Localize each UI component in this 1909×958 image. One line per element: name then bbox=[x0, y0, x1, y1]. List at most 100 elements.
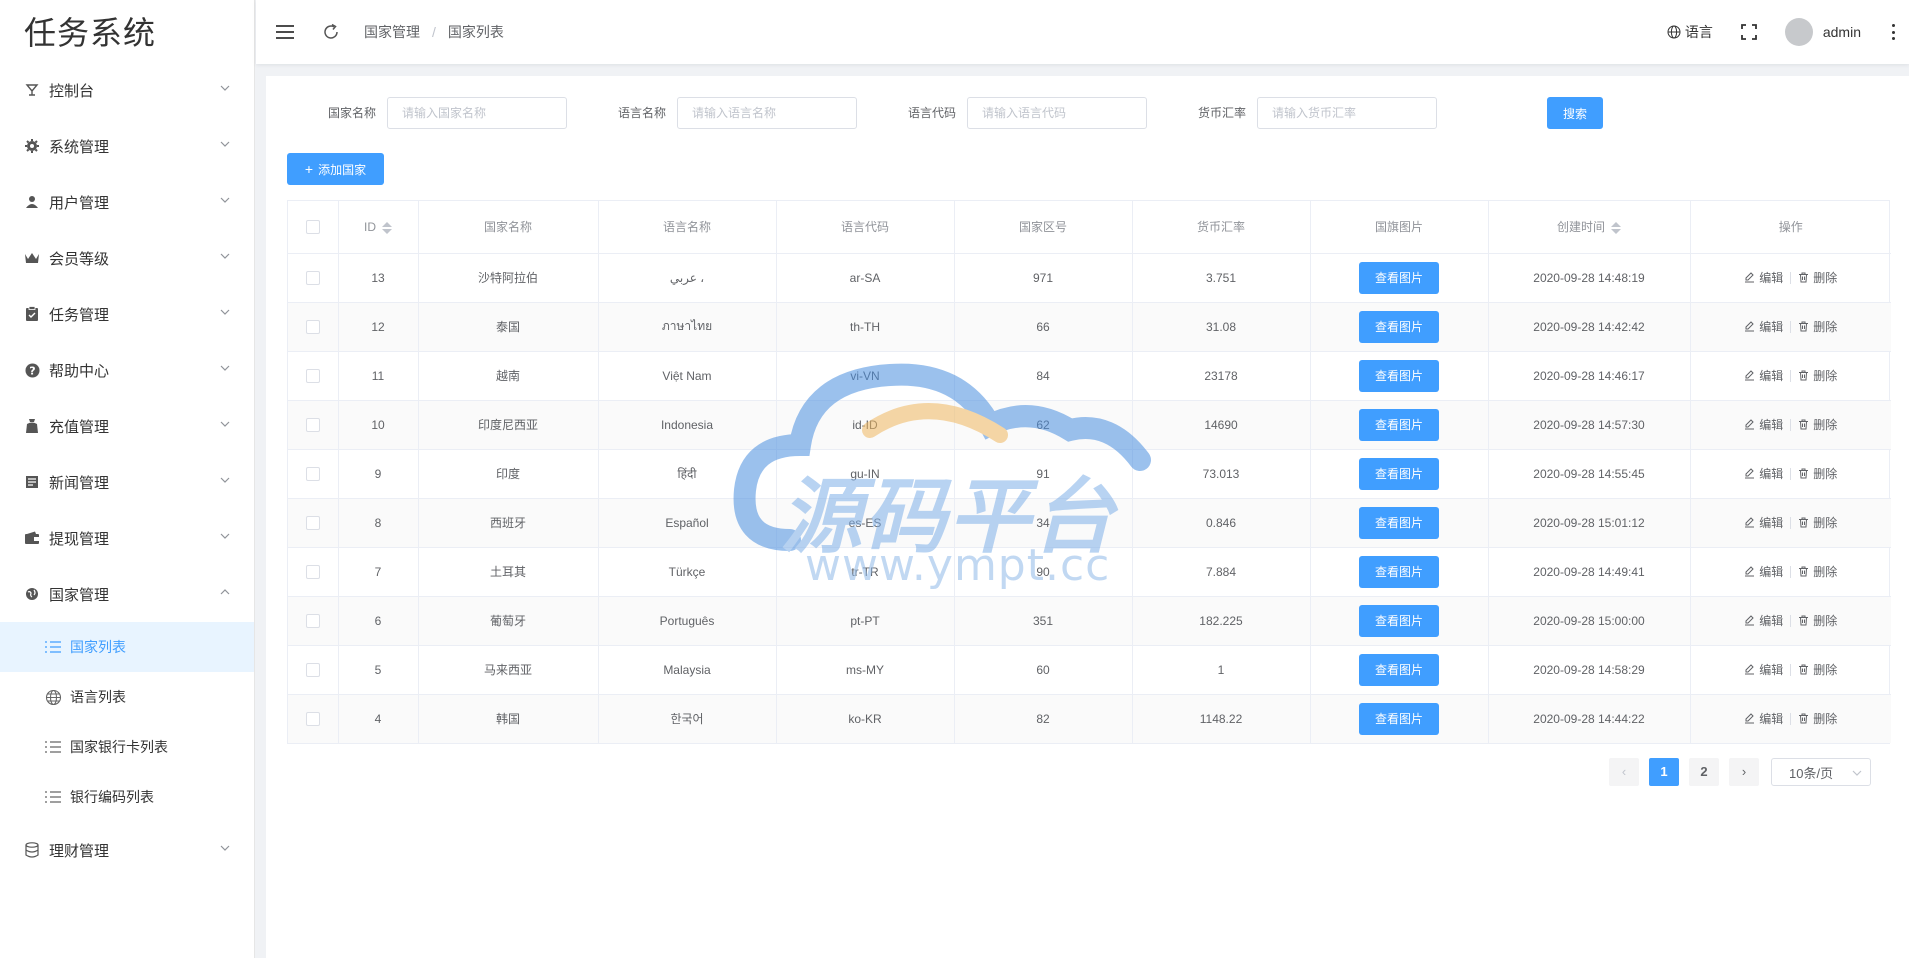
sort-icon[interactable] bbox=[382, 221, 392, 234]
view-image-button[interactable]: 查看图片 bbox=[1359, 359, 1439, 392]
cell-language: Español bbox=[598, 498, 777, 548]
view-image-button[interactable]: 查看图片 bbox=[1359, 702, 1439, 735]
action-separator bbox=[1790, 369, 1792, 382]
edit-button[interactable]: 编辑 bbox=[1744, 563, 1783, 580]
edit-button[interactable]: 编辑 bbox=[1744, 416, 1783, 433]
edit-button[interactable]: 编辑 bbox=[1744, 612, 1783, 629]
page-1-button[interactable]: 1 bbox=[1649, 758, 1679, 786]
more-vertical-icon[interactable] bbox=[1891, 24, 1895, 40]
sidebar-item-dashboard[interactable]: 控制台 bbox=[0, 62, 254, 118]
username[interactable]: admin bbox=[1823, 24, 1861, 40]
sidebar-item-withdraw[interactable]: 提现管理 bbox=[0, 510, 254, 566]
page-size-select[interactable]: 10条/页 bbox=[1771, 758, 1871, 786]
cell-country: 印度尼西亚 bbox=[418, 400, 599, 450]
sidebar-subitem-language-list[interactable]: 语言列表 bbox=[0, 672, 254, 722]
edit-button[interactable]: 编辑 bbox=[1744, 514, 1783, 531]
fullscreen-icon[interactable] bbox=[1740, 24, 1757, 40]
edit-label: 编辑 bbox=[1759, 712, 1784, 727]
sidebar-item-tasks[interactable]: 任务管理 bbox=[0, 286, 254, 342]
row-checkbox[interactable] bbox=[305, 662, 320, 677]
view-image-button[interactable]: 查看图片 bbox=[1359, 506, 1439, 539]
sidebar-item-label: 国家管理 bbox=[49, 586, 110, 604]
page-2-button[interactable]: 2 bbox=[1689, 758, 1719, 786]
row-checkbox[interactable] bbox=[305, 368, 320, 383]
delete-button[interactable]: 删除 bbox=[1798, 563, 1837, 580]
next-page-button[interactable]: › bbox=[1729, 758, 1759, 786]
sidebar-subitem-bank-code-list[interactable]: 银行编码列表 bbox=[0, 772, 254, 822]
sidebar-item-member-level[interactable]: 会员等级 bbox=[0, 230, 254, 286]
avatar[interactable] bbox=[1784, 18, 1813, 46]
cell-created: 2020-09-28 14:48:19 bbox=[1488, 253, 1691, 303]
edit-icon bbox=[1745, 370, 1755, 381]
edit-label: 编辑 bbox=[1759, 467, 1784, 481]
delete-button[interactable]: 删除 bbox=[1798, 367, 1837, 384]
row-checkbox[interactable] bbox=[305, 613, 320, 628]
edit-button[interactable]: 编辑 bbox=[1744, 318, 1783, 335]
refresh-icon[interactable] bbox=[322, 23, 340, 41]
edit-icon bbox=[1745, 566, 1755, 577]
view-image-button[interactable]: 查看图片 bbox=[1359, 604, 1439, 637]
sidebar-item-recharge[interactable]: 充值管理 bbox=[0, 398, 254, 454]
row-checkbox[interactable] bbox=[305, 270, 320, 285]
cell-language-code: th-TH bbox=[776, 302, 955, 352]
delete-button[interactable]: 删除 bbox=[1798, 465, 1837, 482]
breadcrumb-item[interactable]: 国家管理 bbox=[364, 22, 420, 42]
row-checkbox[interactable] bbox=[305, 466, 320, 481]
prev-page-button[interactable]: ‹ bbox=[1609, 758, 1639, 786]
hamburger-menu-icon[interactable] bbox=[274, 21, 296, 43]
view-image-button[interactable]: 查看图片 bbox=[1359, 653, 1439, 686]
filter-language-code-input[interactable] bbox=[967, 97, 1147, 129]
row-checkbox[interactable] bbox=[305, 712, 320, 727]
list-icon bbox=[44, 638, 62, 656]
column-header-id[interactable]: ID bbox=[338, 201, 419, 254]
add-country-button[interactable]: + 添加国家 bbox=[287, 153, 384, 185]
sort-icon[interactable] bbox=[1611, 222, 1621, 235]
delete-button[interactable]: 删除 bbox=[1798, 612, 1837, 629]
sidebar-item-finance[interactable]: 理财管理 bbox=[0, 822, 254, 878]
filter-language-input[interactable] bbox=[677, 97, 857, 129]
filter-rate-input[interactable] bbox=[1257, 97, 1437, 129]
delete-label: 删除 bbox=[1813, 516, 1838, 530]
sidebar-subitem-country-list[interactable]: 国家列表 bbox=[0, 622, 254, 672]
view-image-button[interactable]: 查看图片 bbox=[1359, 555, 1439, 588]
sidebar-subitem-bank-card-list[interactable]: 国家银行卡列表 bbox=[0, 722, 254, 772]
row-checkbox[interactable] bbox=[305, 515, 320, 530]
language-switcher[interactable]: 语言 bbox=[1667, 22, 1713, 42]
sidebar-item-system[interactable]: 系统管理 bbox=[0, 118, 254, 174]
delete-button[interactable]: 删除 bbox=[1798, 269, 1837, 286]
sidebar-item-news[interactable]: 新闻管理 bbox=[0, 454, 254, 510]
row-checkbox[interactable] bbox=[305, 564, 320, 579]
delete-button[interactable]: 删除 bbox=[1798, 710, 1837, 727]
sidebar-item-help[interactable]: ? 帮助中心 bbox=[0, 342, 254, 398]
edit-button[interactable]: 编辑 bbox=[1744, 661, 1783, 678]
view-image-button[interactable]: 查看图片 bbox=[1359, 310, 1439, 343]
row-select-cell bbox=[288, 694, 339, 743]
filter-country-input[interactable] bbox=[387, 97, 567, 129]
delete-button[interactable]: 删除 bbox=[1798, 514, 1837, 531]
row-checkbox[interactable] bbox=[305, 319, 320, 334]
search-button[interactable]: 搜索 bbox=[1547, 97, 1603, 129]
cell-created: 2020-09-28 14:57:30 bbox=[1488, 400, 1691, 450]
table-row: 11 越南 Việt Nam vi-VN 84 23178 查看图片 2020-09-28 1… bbox=[288, 351, 1891, 401]
edit-button[interactable]: 编辑 bbox=[1744, 465, 1783, 482]
delete-button[interactable]: 删除 bbox=[1798, 416, 1837, 433]
select-all-checkbox[interactable] bbox=[305, 220, 320, 235]
view-image-button[interactable]: 查看图片 bbox=[1359, 457, 1439, 490]
table-row: 6 葡萄牙 Português pt-PT 351 182.225 查看图片 2020-09-… bbox=[288, 596, 1891, 646]
row-checkbox[interactable] bbox=[305, 417, 320, 432]
delete-button[interactable]: 删除 bbox=[1798, 661, 1837, 678]
delete-button[interactable]: 删除 bbox=[1798, 318, 1837, 335]
edit-button[interactable]: 编辑 bbox=[1744, 269, 1783, 286]
cell-actions: 编辑 删除 bbox=[1690, 547, 1891, 597]
edit-button[interactable]: 编辑 bbox=[1744, 367, 1783, 384]
cell-flag: 查看图片 bbox=[1310, 351, 1489, 401]
list-icon bbox=[44, 788, 62, 806]
sidebar-item-country[interactable]: 国家管理 bbox=[0, 566, 254, 622]
edit-button[interactable]: 编辑 bbox=[1744, 710, 1783, 727]
chevron-down-icon bbox=[220, 85, 230, 91]
user-icon bbox=[24, 194, 40, 210]
view-image-button[interactable]: 查看图片 bbox=[1359, 408, 1439, 441]
column-header-created[interactable]: 创建时间 bbox=[1488, 201, 1691, 254]
sidebar-item-users[interactable]: 用户管理 bbox=[0, 174, 254, 230]
view-image-button[interactable]: 查看图片 bbox=[1359, 261, 1439, 294]
